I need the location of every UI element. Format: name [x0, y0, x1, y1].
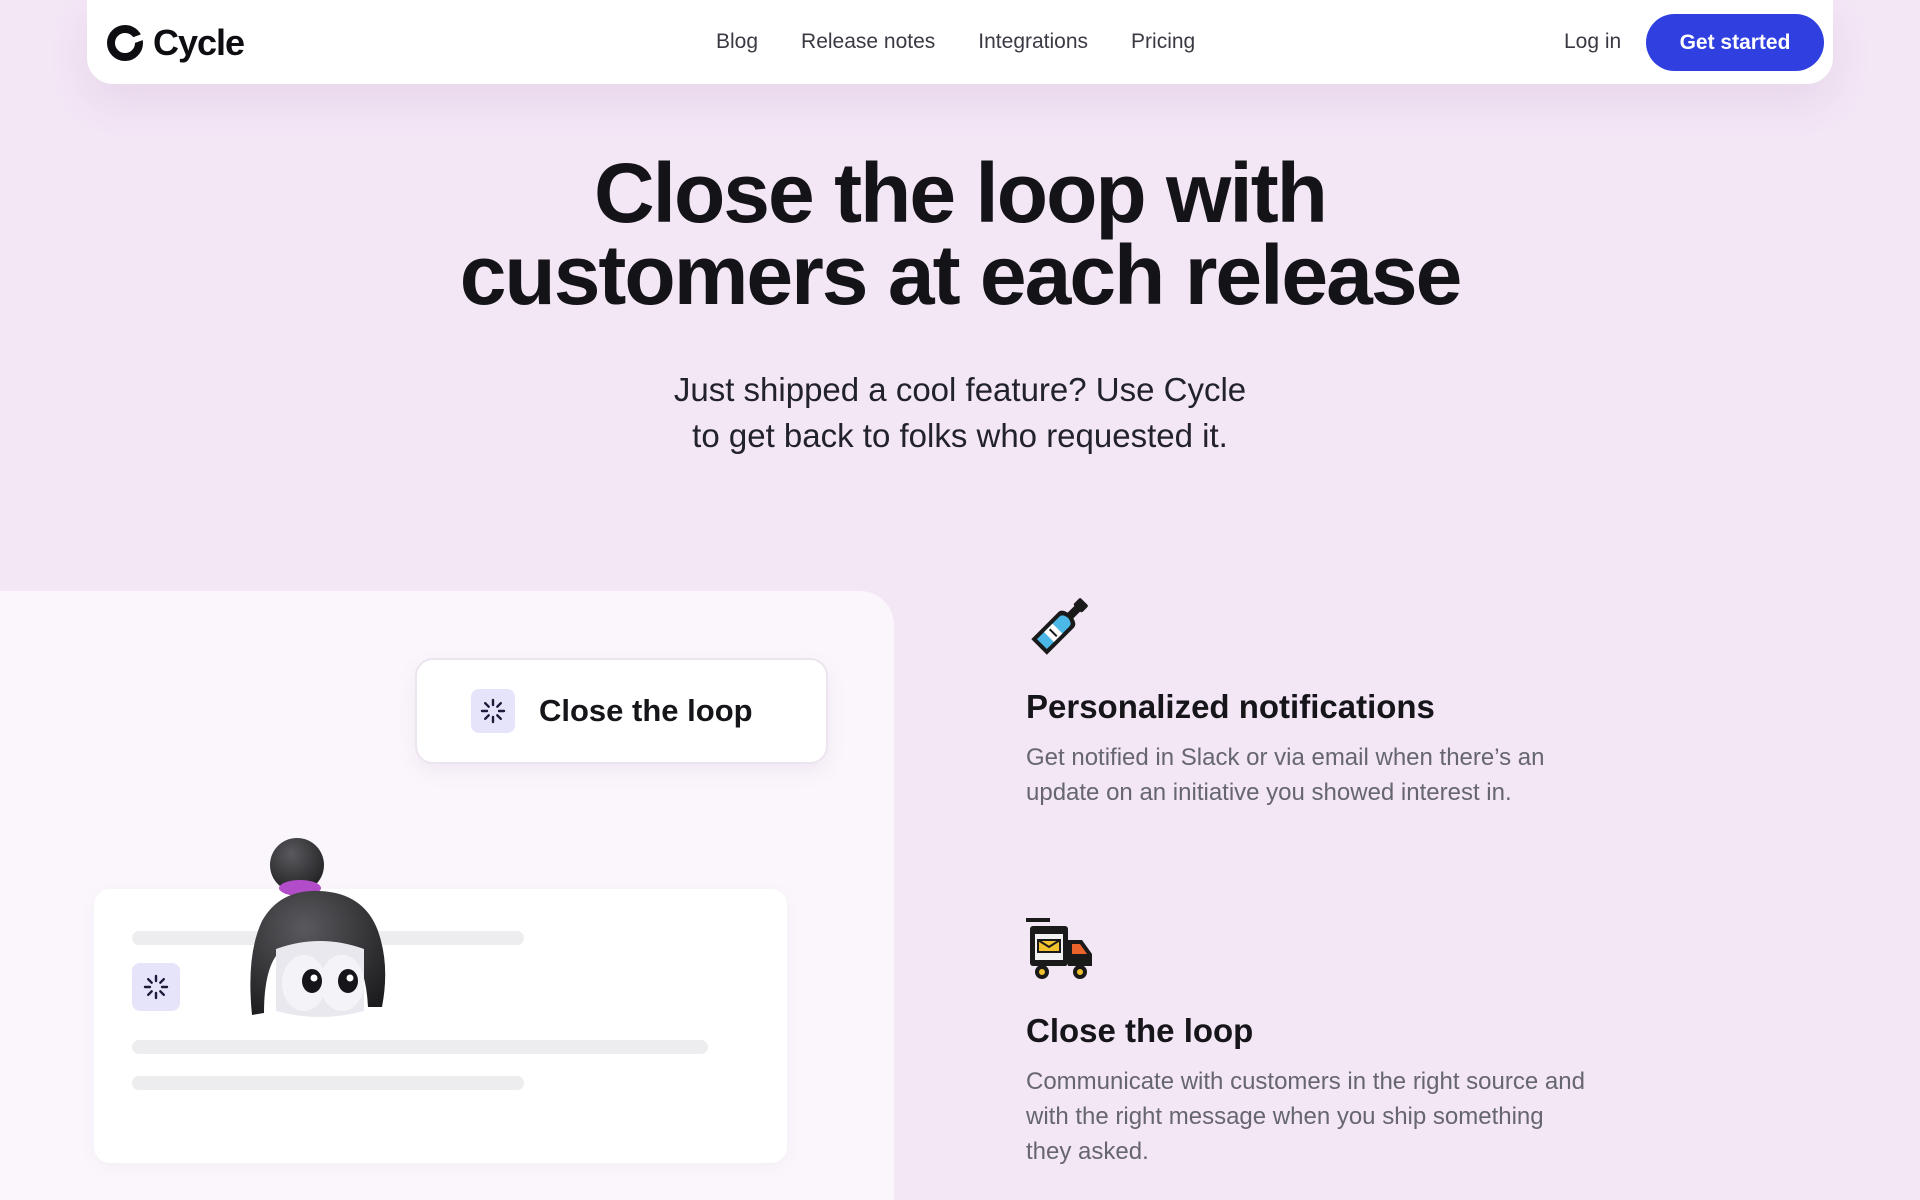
bottle-icon: [1031, 598, 1088, 655]
spinner-icon: [471, 689, 515, 733]
feature-description: Get notified in Slack or via email when …: [1026, 744, 1545, 806]
hero-subtitle: Just shipped a cool feature? Use Cycle t…: [0, 367, 1920, 459]
feature-personalized-notifications: Personalized notifications Get notified …: [1026, 590, 1586, 810]
delivery-truck-icon: [1026, 918, 1092, 979]
logo[interactable]: Cycle: [105, 22, 245, 64]
mock-feedback-card: [94, 889, 787, 1163]
feature-close-the-loop: Close the loop Communicate with customer…: [1026, 914, 1586, 1169]
hero-title-line-2: customers at each release: [459, 228, 1463, 322]
nav-link-pricing[interactable]: Pricing: [1131, 30, 1195, 54]
nav-links: Blog Release notes Integrations Pricing: [716, 0, 1238, 84]
placeholder-line: [132, 1040, 708, 1054]
feature-description: Communicate with customers in the right …: [1026, 1068, 1585, 1165]
close-the-loop-pill: Close the loop: [415, 658, 828, 764]
cycle-logo-icon: [107, 25, 144, 61]
hero-subtitle-line-1: Just shipped a cool feature? Use Cycle: [673, 371, 1247, 408]
hero-title: Close the loop with customers at each re…: [0, 151, 1920, 317]
feature-title: Personalized notifications: [1026, 688, 1435, 725]
feature-title: Close the loop: [1026, 1012, 1254, 1049]
logo-text: Cycle: [153, 22, 245, 63]
pill-label: Close the loop: [539, 693, 753, 728]
spinner-icon: [132, 963, 180, 1011]
get-started-button[interactable]: Get started: [1646, 14, 1824, 71]
nav-link-blog[interactable]: Blog: [716, 30, 758, 54]
nav-link-release-notes[interactable]: Release notes: [801, 30, 935, 54]
hero-title-line-1: Close the loop with: [594, 146, 1328, 240]
nav-link-integrations[interactable]: Integrations: [978, 30, 1088, 54]
mascot-avatar-icon: [250, 838, 386, 1017]
login-link[interactable]: Log in: [1564, 30, 1621, 54]
placeholder-line: [132, 1076, 524, 1090]
top-nav: Cycle Blog Release notes Integrations Pr…: [87, 0, 1833, 84]
hero-subtitle-line-2: to get back to folks who requested it.: [692, 417, 1228, 454]
